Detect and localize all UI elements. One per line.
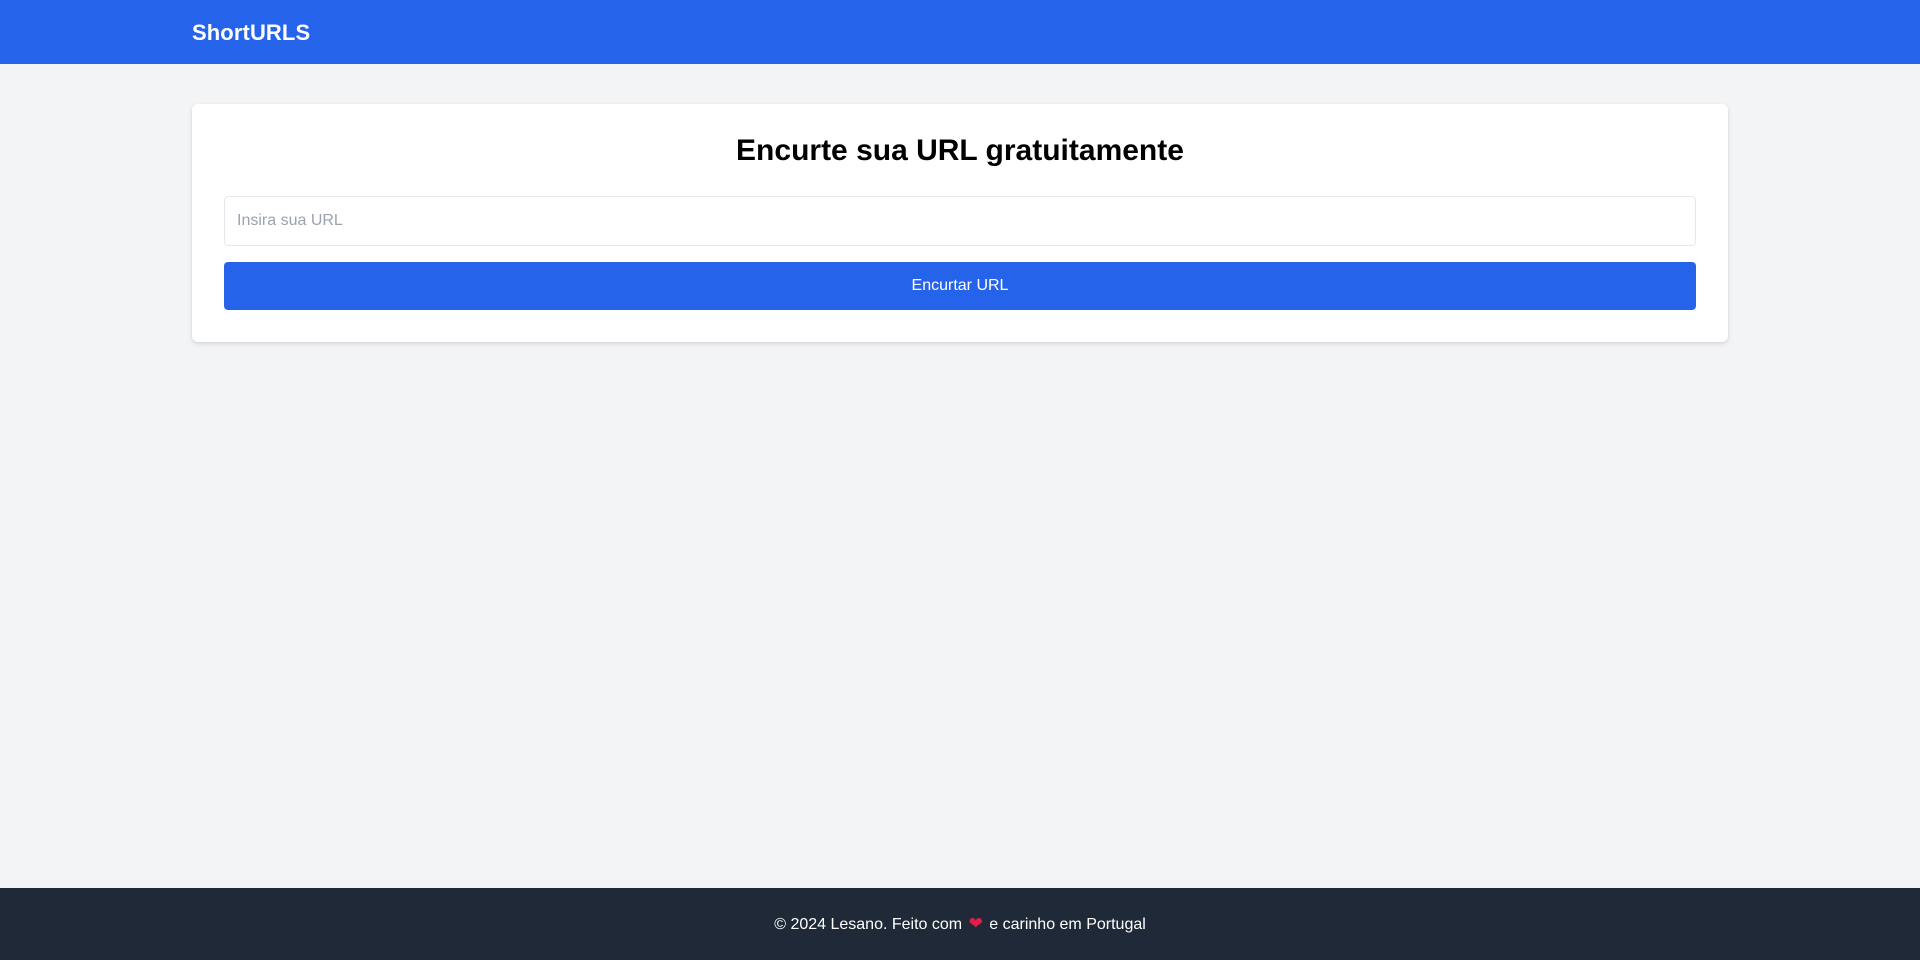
footer: © 2024 Lesano. Feito com ❤ e carinho em … — [0, 888, 1920, 960]
footer-made-in-text: e carinho em Portugal — [989, 916, 1146, 933]
shorten-url-button[interactable]: Encurtar URL — [224, 262, 1696, 310]
shorten-card: Encurte sua URL gratuitamente Encurtar U… — [192, 104, 1728, 342]
footer-copyright-text: © 2024 Lesano. Feito com — [774, 916, 963, 933]
top-navbar: ShortURLS — [0, 0, 1920, 64]
page-title: Encurte sua URL gratuitamente — [736, 134, 1184, 167]
url-input[interactable] — [224, 196, 1696, 246]
heart-icon: ❤ — [968, 914, 983, 933]
brand-logo-link[interactable]: ShortURLS — [192, 0, 310, 64]
